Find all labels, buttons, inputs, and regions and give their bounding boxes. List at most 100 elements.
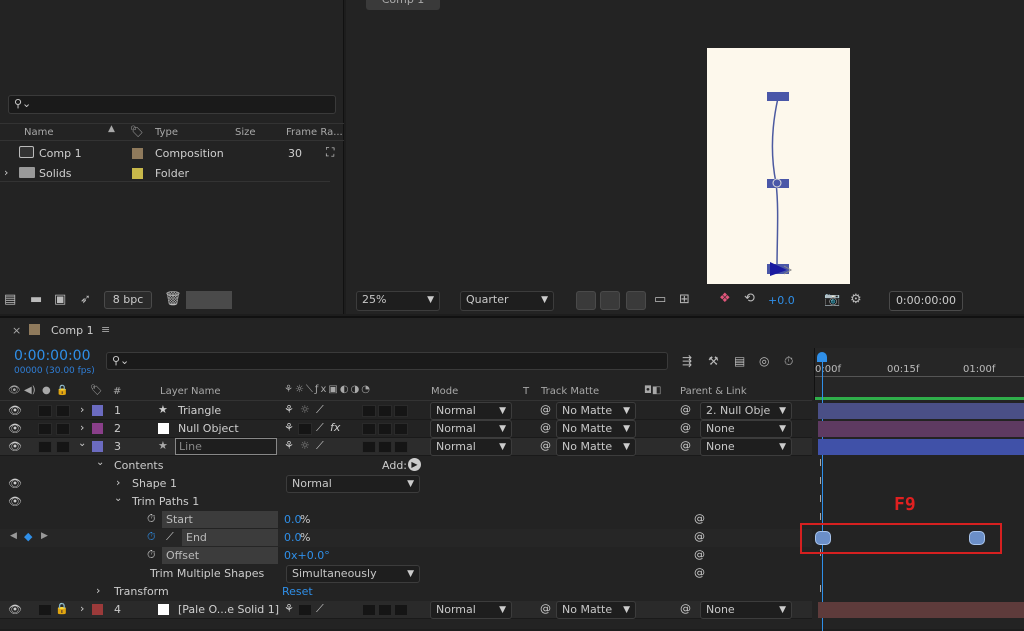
parent-dropdown[interactable]: 2. Null Obje ▼ bbox=[700, 402, 792, 420]
shy-icon[interactable]: ⚘ bbox=[284, 403, 294, 416]
switch-box[interactable] bbox=[362, 441, 376, 453]
switch-box[interactable] bbox=[362, 423, 376, 435]
parent-pickwhip-icon[interactable]: @ bbox=[680, 403, 691, 416]
start-property-row[interactable]: ⏱ Start 0.0 % @ bbox=[0, 511, 812, 529]
parent-pickwhip-icon[interactable]: @ bbox=[680, 602, 691, 615]
add-keyframe-icon[interactable]: ◆ bbox=[24, 530, 32, 543]
trim-multiple-dropdown[interactable]: Simultaneously ▼ bbox=[286, 565, 420, 583]
layer-row-2[interactable]: 👁 › 2 Null Object ⚘ ⟋ fx Normal ▼ @ No Ma… bbox=[0, 420, 812, 438]
layer-bar-4[interactable] bbox=[818, 602, 1024, 618]
chevron-down-icon[interactable]: ⌄ bbox=[96, 457, 104, 468]
layer-bar-2[interactable] bbox=[818, 421, 1024, 437]
chevron-right-icon[interactable]: › bbox=[96, 584, 100, 597]
color-channels-icon[interactable]: ❖ bbox=[719, 291, 731, 306]
exposure-reset-icon[interactable]: ⟲ bbox=[744, 291, 755, 306]
switch-box[interactable] bbox=[394, 405, 408, 417]
solo-toggle[interactable] bbox=[38, 405, 52, 417]
chevron-right-icon[interactable]: › bbox=[116, 476, 120, 489]
trash-icon[interactable]: 🗑 bbox=[164, 291, 182, 307]
project-item-comp[interactable]: Comp 1 Composition 30 ⛶ bbox=[0, 144, 334, 162]
shy-icon[interactable]: ⚘ bbox=[284, 439, 294, 452]
flowchart-icon[interactable]: ⛶ bbox=[326, 145, 334, 160]
track-matte-dropdown[interactable]: No Matte ▼ bbox=[556, 438, 636, 456]
layer-label[interactable] bbox=[92, 441, 103, 452]
effects-icon[interactable]: fx bbox=[330, 421, 340, 434]
solo-toggle[interactable] bbox=[38, 604, 52, 616]
timeline-search-input[interactable]: ⚲⌄ bbox=[106, 352, 668, 370]
transform-row[interactable]: › Transform Reset bbox=[0, 583, 812, 601]
stopwatch-icon[interactable]: ⏱ bbox=[147, 512, 156, 526]
fast-preview-icon[interactable] bbox=[576, 291, 596, 310]
layer-label[interactable] bbox=[92, 405, 103, 416]
column-size[interactable]: Size bbox=[235, 127, 256, 138]
parent-dropdown[interactable]: None ▼ bbox=[700, 601, 792, 619]
eye-icon[interactable]: 👁 bbox=[8, 440, 22, 453]
label-swatch[interactable] bbox=[132, 148, 143, 159]
playhead-line[interactable] bbox=[822, 356, 823, 631]
offset-value[interactable]: 0x+0.0° bbox=[284, 549, 330, 562]
label-swatch[interactable] bbox=[132, 168, 143, 179]
eye-icon[interactable]: 👁 bbox=[8, 422, 22, 435]
column-layer-name[interactable]: Layer Name bbox=[160, 386, 221, 397]
column-type[interactable]: Type bbox=[155, 127, 178, 138]
pickwhip-icon[interactable]: @ bbox=[540, 403, 551, 416]
switch-box[interactable] bbox=[378, 405, 392, 417]
collapse-icon[interactable]: ☼ bbox=[300, 439, 310, 452]
track-matte-dropdown[interactable]: No Matte ▼ bbox=[556, 601, 636, 619]
panel-menu-icon[interactable]: ≡ bbox=[101, 323, 110, 336]
end-value[interactable]: 0.0 bbox=[284, 531, 302, 544]
viewer-tab[interactable]: Comp 1 bbox=[366, 0, 440, 10]
layer-name[interactable]: Triangle bbox=[178, 404, 221, 417]
close-icon[interactable]: × bbox=[12, 324, 21, 337]
chevron-down-icon[interactable]: ⌄ bbox=[78, 438, 86, 449]
composition-canvas[interactable] bbox=[707, 48, 850, 284]
label-tag-icon[interactable]: 🏷 bbox=[130, 125, 144, 138]
switch-box[interactable] bbox=[298, 423, 312, 435]
layer-bar-1[interactable] bbox=[818, 403, 1024, 419]
shy-icon[interactable]: ⚘ bbox=[284, 421, 294, 434]
switch-box[interactable] bbox=[394, 604, 408, 616]
switch-box[interactable] bbox=[378, 604, 392, 616]
layer-name-edit-field[interactable]: Line bbox=[175, 438, 277, 455]
timeline-tab[interactable]: Comp 1 bbox=[51, 324, 94, 337]
expression-pickwhip-icon[interactable]: @ bbox=[694, 548, 705, 561]
track-matte-dropdown[interactable]: No Matte ▼ bbox=[556, 420, 636, 438]
start-value[interactable]: 0.0 bbox=[284, 513, 302, 526]
lock-icon[interactable]: 🔒 bbox=[55, 602, 69, 615]
switch-box[interactable] bbox=[362, 604, 376, 616]
layer-row-1[interactable]: 👁 › 1 ★ Triangle ⚘ ☼ ⟋ Normal ▼ @ No Matt… bbox=[0, 402, 812, 420]
quality-icon[interactable]: ⟋ bbox=[316, 403, 324, 417]
switch-box[interactable] bbox=[394, 423, 408, 435]
layer-name[interactable]: [Pale O...e Solid 1] bbox=[178, 603, 279, 616]
resolution-dropdown[interactable]: Quarter ▼ bbox=[460, 291, 554, 311]
composition-mini-flowchart-icon[interactable]: ⇶ bbox=[682, 354, 692, 368]
chevron-right-icon[interactable]: › bbox=[80, 403, 84, 416]
layer-bar-3[interactable] bbox=[818, 439, 1024, 455]
end-property-row[interactable]: ◀ ◆ ▶ ⏱ ⟋ End 0.0 % @ bbox=[0, 529, 812, 547]
time-ruler[interactable]: 0:00f 00:15f 01:00f bbox=[814, 348, 1024, 400]
shape-blend-mode-dropdown[interactable]: Normal ▼ bbox=[286, 475, 420, 493]
keyframe-easy-ease-end[interactable] bbox=[969, 531, 985, 545]
chevron-right-icon[interactable]: › bbox=[80, 602, 84, 615]
playhead-handle[interactable] bbox=[817, 352, 827, 362]
reset-link[interactable]: Reset bbox=[282, 585, 313, 598]
bit-depth-button[interactable]: 8 bpc bbox=[104, 291, 152, 309]
switch-box[interactable] bbox=[378, 423, 392, 435]
eye-icon[interactable]: 👁 bbox=[8, 404, 22, 417]
parent-dropdown[interactable]: None ▼ bbox=[700, 438, 792, 456]
switch-box[interactable] bbox=[298, 604, 312, 616]
layer-label[interactable] bbox=[92, 604, 103, 615]
region-of-interest-icon[interactable]: ▭ bbox=[654, 292, 666, 307]
frame-blending-icon[interactable]: ▤ bbox=[734, 354, 745, 368]
solo-toggle[interactable] bbox=[38, 423, 52, 435]
next-keyframe-icon[interactable]: ▶ bbox=[41, 531, 48, 541]
expression-pickwhip-icon[interactable]: @ bbox=[694, 566, 705, 579]
collapse-icon[interactable]: ☼ bbox=[300, 403, 310, 416]
shy-icon[interactable]: ⚘ bbox=[284, 602, 294, 615]
show-snapshot-icon[interactable]: ⚙ bbox=[850, 292, 862, 307]
color-swatch[interactable] bbox=[186, 291, 232, 309]
layer-label[interactable] bbox=[92, 423, 103, 434]
quality-icon[interactable]: ⟋ bbox=[316, 421, 324, 435]
chevron-down-icon[interactable]: ⌄ bbox=[114, 493, 122, 504]
lock-toggle[interactable] bbox=[56, 441, 70, 453]
